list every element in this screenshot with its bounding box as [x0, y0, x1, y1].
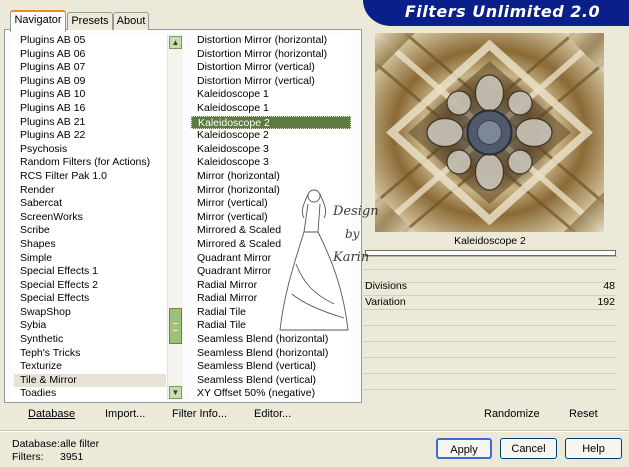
kaleidoscope-preview — [375, 33, 604, 232]
watermark-line1: Design — [333, 204, 379, 219]
filter-item[interactable]: Mirror (horizontal) — [191, 170, 351, 184]
category-item[interactable]: Plugins AB 21 — [14, 116, 166, 130]
app-title: Filters Unlimited 2.0 — [404, 2, 601, 21]
filter-item[interactable]: Kaleidoscope 1 — [191, 88, 351, 102]
category-item[interactable]: Sabercat — [14, 197, 166, 211]
category-item[interactable]: Plugins AB 05 — [14, 34, 166, 48]
filter-item[interactable]: Seamless Blend (horizontal) — [191, 347, 351, 361]
category-item[interactable]: Special Effects 1 — [14, 265, 166, 279]
filter-item[interactable]: Kaleidoscope 2 — [191, 115, 351, 130]
category-item[interactable]: Psychosis — [14, 143, 166, 157]
filter-name-label: Kaleidoscope 2 — [454, 235, 526, 247]
param-divider — [363, 325, 617, 326]
category-item[interactable]: Plugins AB 09 — [14, 75, 166, 89]
category-item[interactable]: Shapes — [14, 238, 166, 252]
filter-item[interactable]: Seamless Blend (vertical) — [191, 374, 351, 388]
scroll-up-button[interactable]: ▲ — [169, 36, 182, 49]
category-item[interactable]: Scribe — [14, 224, 166, 238]
category-item[interactable]: RCS Filter Pak 1.0 — [14, 170, 166, 184]
filter-item[interactable]: Distortion Mirror (vertical) — [191, 61, 351, 75]
filters-count-label: Filters: — [12, 451, 44, 463]
category-item[interactable]: Toadies — [14, 387, 166, 400]
filter-item[interactable]: Distortion Mirror (vertical) — [191, 75, 351, 89]
import-button[interactable]: Import... — [105, 408, 145, 420]
filter-item[interactable]: Distortion Mirror (horizontal) — [191, 48, 351, 62]
category-item[interactable]: Random Filters (for Actions) — [14, 156, 166, 170]
param-divider — [363, 357, 617, 358]
param-label: Variation — [365, 296, 406, 308]
category-item[interactable]: Tile & Mirror — [14, 373, 166, 388]
watermark-line2: by — [345, 227, 360, 241]
category-item[interactable]: Plugins AB 16 — [14, 102, 166, 116]
category-list[interactable]: Plugins AB 05 Plugins AB 06 Plugins AB 07 P… — [14, 34, 166, 400]
database-status-label: Database: — [12, 438, 60, 450]
tab-navigator[interactable]: Navigator — [10, 10, 66, 32]
category-item[interactable]: Synthetic — [14, 333, 166, 347]
scroll-down-button[interactable]: ▼ — [169, 386, 182, 399]
tab-presets[interactable]: Presets — [67, 12, 113, 30]
category-item[interactable]: Simple — [14, 252, 166, 266]
filter-item[interactable]: Distortion Mirror (horizontal) — [191, 34, 351, 48]
tab-about[interactable]: About — [113, 12, 149, 30]
filter-item[interactable]: Kaleidoscope 1 — [191, 102, 351, 116]
param-divider — [363, 389, 617, 390]
filter-item[interactable]: Kaleidoscope 3 — [191, 143, 351, 157]
category-item[interactable]: Render — [14, 184, 166, 198]
category-item[interactable]: Plugins AB 07 — [14, 61, 166, 75]
param-divider — [363, 373, 617, 374]
category-item[interactable]: Plugins AB 10 — [14, 88, 166, 102]
watermark-line3: Karin — [333, 250, 370, 265]
filter-item[interactable]: XY Offset 50% (negative) — [191, 387, 351, 400]
filter-info-button[interactable]: Filter Info... — [172, 408, 227, 420]
cancel-button[interactable]: Cancel — [500, 438, 557, 459]
editor-button[interactable]: Editor... — [254, 408, 291, 420]
preview-image — [375, 33, 604, 232]
param-value: 192 — [597, 296, 615, 308]
filter-progress-bar — [365, 250, 616, 256]
separator-highlight — [0, 431, 629, 432]
apply-button[interactable]: Apply — [436, 438, 492, 459]
database-label: Database — [28, 408, 76, 420]
category-item[interactable]: Texturize — [14, 360, 166, 374]
filters-count-value: 3951 — [60, 451, 84, 463]
category-item[interactable]: Plugins AB 22 — [14, 129, 166, 143]
parameter-panel: Divisions 48 Variation 192 — [363, 268, 617, 400]
param-divider — [363, 341, 617, 342]
category-item[interactable]: Special Effects — [14, 292, 166, 306]
param-row-variation[interactable]: Variation 192 — [363, 282, 617, 308]
category-item[interactable]: Teph's Tricks — [14, 347, 166, 361]
category-scrollbar[interactable]: ▲ ▼ — [167, 34, 183, 400]
filter-item[interactable]: Seamless Blend (horizontal) — [191, 333, 351, 347]
randomize-button[interactable]: Randomize — [484, 408, 540, 420]
database-button[interactable]: Database — [28, 408, 75, 420]
filter-item[interactable]: Kaleidoscope 2 — [191, 129, 351, 143]
param-divider — [363, 309, 617, 310]
database-status-value: alle filter — [60, 438, 100, 450]
scroll-thumb[interactable] — [169, 308, 182, 344]
category-item[interactable]: Sybia — [14, 319, 166, 333]
filter-item[interactable]: Kaleidoscope 3 — [191, 156, 351, 170]
reset-button[interactable]: Reset — [569, 408, 598, 420]
help-button[interactable]: Help — [565, 438, 622, 459]
category-item[interactable]: ScreenWorks — [14, 211, 166, 225]
category-item[interactable]: Plugins AB 06 — [14, 48, 166, 62]
category-item[interactable]: Special Effects 2 — [14, 279, 166, 293]
filter-item[interactable]: Seamless Blend (vertical) — [191, 360, 351, 374]
category-item[interactable]: SwapShop — [14, 306, 166, 320]
